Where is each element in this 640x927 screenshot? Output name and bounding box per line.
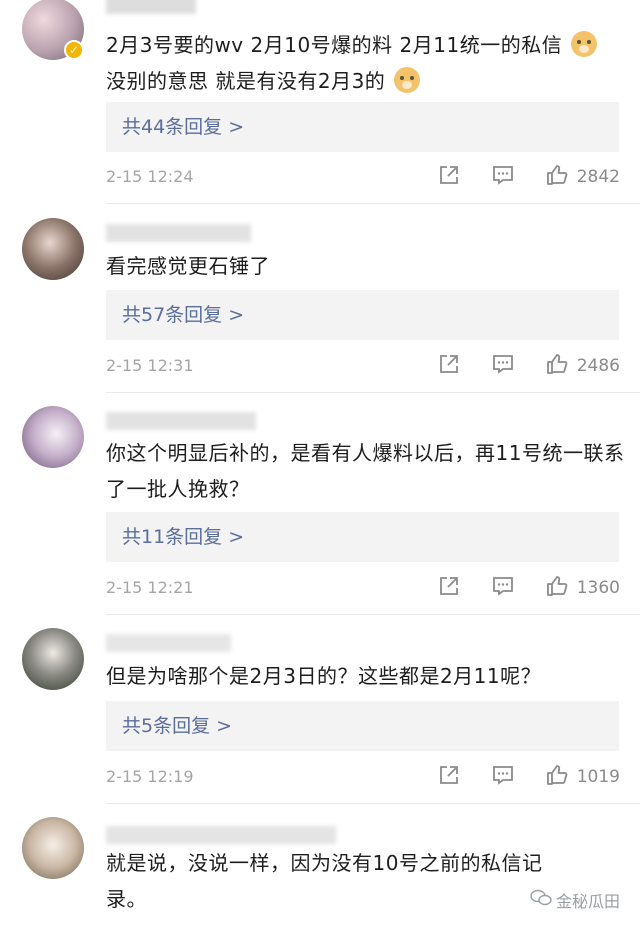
- like-count: 2842: [576, 167, 620, 187]
- username-blurred[interactable]: [106, 634, 231, 652]
- share-icon[interactable]: [437, 352, 461, 380]
- comment-text: 就是说，没说一样，因为没有10号之前的私信记录。: [106, 851, 543, 911]
- wechat-icon: [530, 889, 552, 911]
- comment-text: 2月3号要的wv 2月10号爆的料 2月11统一的私信 没别的意思 就是有没有2…: [106, 27, 626, 99]
- view-replies-button[interactable]: 共11条回复 >: [106, 512, 619, 562]
- avatar[interactable]: [22, 218, 84, 280]
- comment-icon[interactable]: [491, 163, 515, 191]
- username-blurred[interactable]: [106, 224, 251, 242]
- like-count: 1019: [576, 767, 620, 787]
- share-icon[interactable]: [437, 163, 461, 191]
- avatar[interactable]: [22, 817, 84, 879]
- verified-badge-icon: ✓: [64, 40, 84, 60]
- comment-actions: 2842: [407, 164, 620, 190]
- username-blurred[interactable]: [106, 412, 256, 430]
- comment-icon[interactable]: [491, 352, 515, 380]
- like-count: 2486: [576, 356, 620, 376]
- comment-actions: 2486: [407, 353, 620, 379]
- comment-icon[interactable]: [491, 574, 515, 602]
- divider: [106, 803, 640, 804]
- comment-actions: 1360: [407, 575, 620, 601]
- divider: [106, 392, 640, 393]
- comment-text-part1: 2月3号要的wv 2月10号爆的料 2月11统一的私信: [106, 33, 563, 57]
- chevron-right-icon: >: [216, 715, 233, 737]
- chevron-right-icon: >: [228, 526, 245, 548]
- watermark-text: 金秘瓜田: [555, 892, 620, 911]
- divider: [106, 614, 640, 615]
- replies-label: 共5条回复: [122, 715, 211, 737]
- timestamp: 2-15 12:19: [106, 767, 194, 786]
- thumbs-up-icon[interactable]: [545, 352, 569, 380]
- timestamp: 2-15 12:31: [106, 356, 194, 375]
- share-icon[interactable]: [437, 574, 461, 602]
- replies-label: 共57条回复: [122, 304, 223, 326]
- replies-label: 共11条回复: [122, 526, 223, 548]
- username-blurred[interactable]: [106, 0, 196, 14]
- watermark: 金秘瓜田: [530, 888, 620, 912]
- share-icon[interactable]: [437, 763, 461, 791]
- chevron-right-icon: >: [228, 304, 245, 326]
- timestamp: 2-15 12:24: [106, 167, 194, 186]
- comment-actions: 1019: [407, 764, 620, 790]
- avatar[interactable]: [22, 628, 84, 690]
- thumbs-up-icon[interactable]: [545, 763, 569, 791]
- comment-text-part2: 没别的意思 就是有没有2月3的: [106, 69, 386, 93]
- comment-icon[interactable]: [491, 763, 515, 791]
- view-replies-button[interactable]: 共57条回复 >: [106, 290, 619, 340]
- comment-text: 看完感觉更石锤了: [106, 254, 270, 278]
- thumbs-up-icon[interactable]: [545, 163, 569, 191]
- like-count: 1360: [576, 578, 620, 598]
- divider: [106, 203, 640, 204]
- thumbs-up-icon[interactable]: [545, 574, 569, 602]
- view-replies-button[interactable]: 共5条回复 >: [106, 701, 619, 751]
- view-replies-button[interactable]: 共44条回复 >: [106, 102, 619, 152]
- comment-text: 你这个明显后补的，是看有人爆料以后，再11号统一联系了一批人挽救？: [106, 441, 625, 501]
- username-blurred[interactable]: [106, 826, 336, 844]
- timestamp: 2-15 12:21: [106, 578, 194, 597]
- comment-text: 但是为啥那个是2月3日的？这些都是2月11呢？: [106, 664, 542, 688]
- avatar[interactable]: [22, 406, 84, 468]
- chevron-right-icon: >: [228, 116, 245, 138]
- dog-emoji-icon: [571, 31, 598, 57]
- replies-label: 共44条回复: [122, 116, 223, 138]
- dog-emoji-icon: [394, 67, 421, 93]
